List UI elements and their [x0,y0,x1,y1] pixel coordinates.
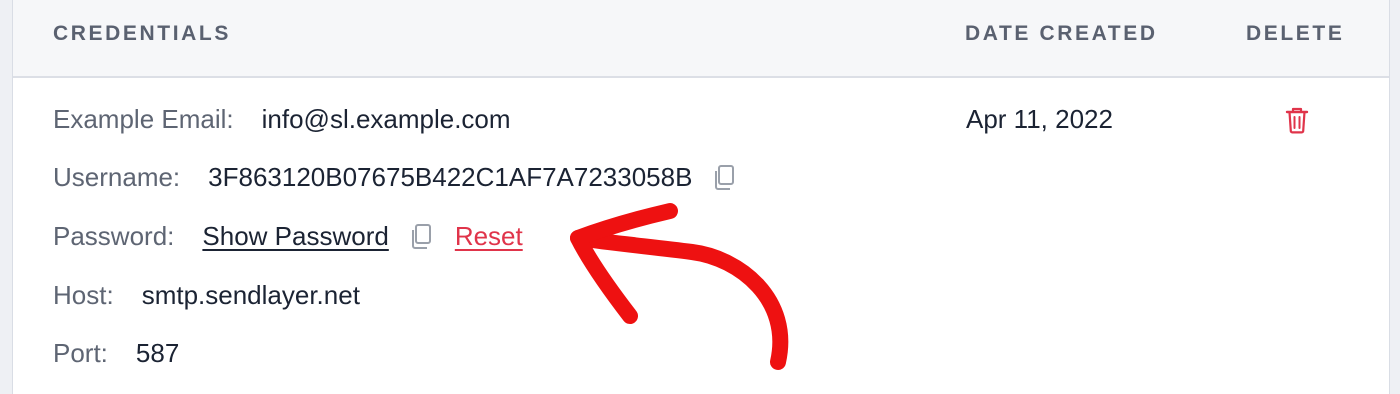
header-delete: DELETE [1246,22,1345,45]
host-line: Host: smtp.sendlayer.net [53,280,360,311]
show-password-link[interactable]: Show Password [202,221,388,252]
port-value: 587 [135,338,180,368]
trash-icon[interactable] [1285,106,1309,134]
credentials-panel: CREDENTIALS DATE CREATED DELETE Example … [12,0,1390,394]
username-value: 3F863120B07675B422C1AF7A7233058B [208,162,693,192]
reset-password-link[interactable]: Reset [455,221,523,252]
username-label: Username: [53,162,181,192]
username-line: Username: 3F863120B07675B422C1AF7A723305… [53,162,736,193]
port-line: Port: 587 [53,338,179,369]
example-email-line: Example Email: info@sl.example.com [53,104,511,135]
host-label: Host: [53,280,114,310]
example-email-value: info@sl.example.com [261,104,511,134]
port-label: Port: [53,338,108,368]
host-value: smtp.sendlayer.net [141,280,360,310]
header-credentials: CREDENTIALS [53,22,231,45]
example-email-label: Example Email: [53,104,234,134]
copy-icon[interactable] [712,164,736,192]
date-created-value: Apr 11, 2022 [966,104,1113,134]
table-header: CREDENTIALS DATE CREATED DELETE [13,0,1389,78]
header-date-created: DATE CREATED [965,22,1158,45]
password-line: Password: Show Password Reset [53,221,523,252]
copy-password-icon[interactable] [409,223,433,251]
password-label: Password: [53,221,175,251]
